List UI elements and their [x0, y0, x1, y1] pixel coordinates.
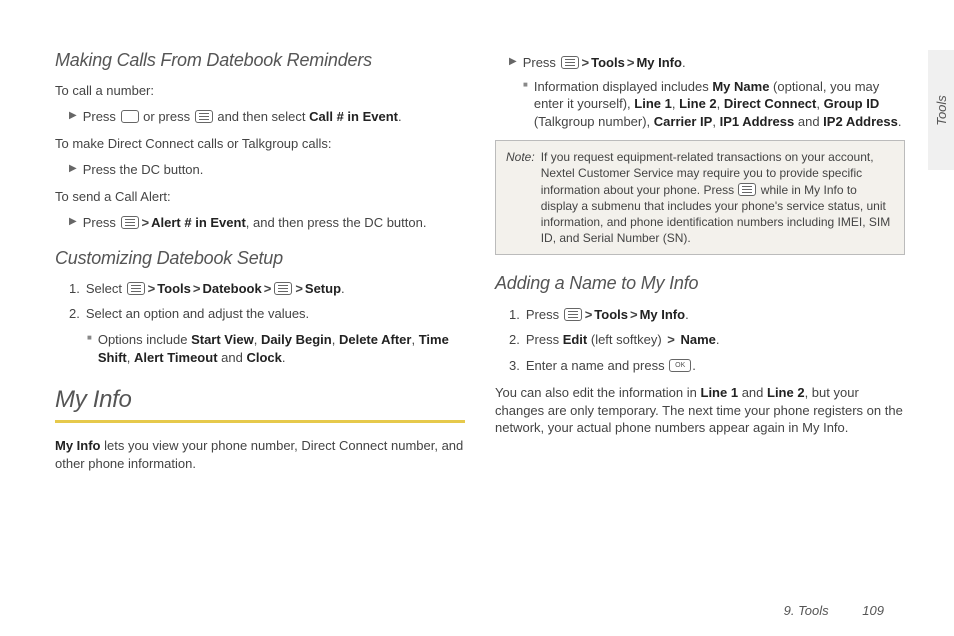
footer-page-number: 109: [862, 603, 884, 618]
bullet-call-number: ▶ Press or press and then select Call # …: [55, 108, 465, 126]
note-text: If you request equipment-related transac…: [541, 149, 894, 246]
intro-call-number: To call a number:: [55, 82, 465, 100]
right-column: ▶ Press >Tools>My Info. ■ Information di…: [495, 48, 905, 481]
ok-key-icon: OK: [669, 359, 691, 372]
menu-key-icon: [564, 308, 582, 321]
step-1-press-myinfo: 1. Press >Tools>My Info.: [495, 306, 905, 324]
sub-info-displayed: ■ Information displayed includes My Name…: [523, 78, 905, 131]
menu-key-icon: [561, 56, 579, 69]
heading-my-info: My Info: [55, 384, 465, 416]
heading-underline: [55, 420, 465, 423]
bullet-call-alert: ▶ Press >Alert # in Event, and then pres…: [55, 214, 465, 232]
step-1-select-setup: 1. Select >Tools>Datebook>>Setup.: [55, 280, 465, 298]
heading-customizing-datebook: Customizing Datebook Setup: [55, 246, 465, 270]
note-box: Note: If you request equipment-related t…: [495, 140, 905, 255]
bullet-dc-button: ▶ Press the DC button.: [55, 161, 465, 179]
side-tab-label: Tools: [934, 95, 949, 126]
my-info-description: My Info lets you view your phone number,…: [55, 437, 465, 472]
page-content: Making Calls From Datebook Reminders To …: [0, 0, 954, 501]
step-2-select-option: 2. Select an option and adjust the value…: [55, 305, 465, 323]
step-3-enter-name: 3. Enter a name and press OK.: [495, 357, 905, 375]
heading-making-calls: Making Calls From Datebook Reminders: [55, 48, 465, 72]
menu-key-icon: [738, 183, 756, 196]
step-2-press-edit: 2. Press Edit (left softkey) > Name.: [495, 331, 905, 349]
intro-direct-connect: To make Direct Connect calls or Talkgrou…: [55, 135, 465, 153]
triangle-icon: ▶: [509, 54, 517, 72]
sub-options-list: ■ Options include Start View, Daily Begi…: [87, 331, 465, 366]
menu-key-icon: [274, 282, 292, 295]
square-icon: ■: [87, 331, 92, 366]
side-tab: Tools: [928, 50, 954, 170]
heading-adding-name: Adding a Name to My Info: [495, 271, 905, 295]
square-icon: ■: [523, 78, 528, 131]
bullet-press-myinfo: ▶ Press >Tools>My Info.: [495, 54, 905, 72]
left-column: Making Calls From Datebook Reminders To …: [55, 48, 465, 481]
menu-key-icon: [127, 282, 145, 295]
triangle-icon: ▶: [69, 214, 77, 232]
softkey-icon: [121, 110, 139, 123]
edit-line-info: You can also edit the information in Lin…: [495, 384, 905, 437]
menu-key-icon: [195, 110, 213, 123]
triangle-icon: ▶: [69, 161, 77, 179]
menu-key-icon: [121, 216, 139, 229]
triangle-icon: ▶: [69, 108, 77, 126]
footer-chapter: 9. Tools: [784, 603, 829, 618]
page-footer: 9. Tools 109: [784, 603, 884, 618]
intro-call-alert: To send a Call Alert:: [55, 188, 465, 206]
note-label: Note:: [506, 149, 535, 246]
